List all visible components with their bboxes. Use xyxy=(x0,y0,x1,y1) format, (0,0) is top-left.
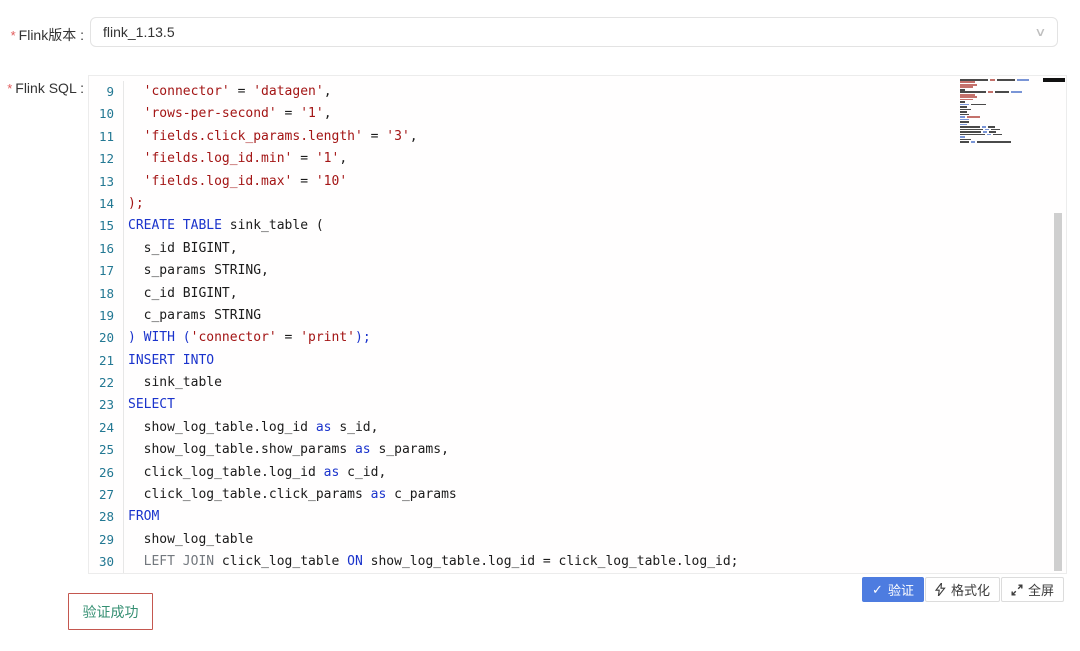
line-number: 11 xyxy=(89,126,123,148)
editor-minimap[interactable] xyxy=(960,79,1042,144)
line-number: 27 xyxy=(89,484,123,506)
code-line: 11 'fields.click_params.length' = '3', xyxy=(89,126,936,148)
line-number: 13 xyxy=(89,171,123,193)
code-line: 25 show_log_table.show_params as s_param… xyxy=(89,439,936,461)
line-number: 25 xyxy=(89,439,123,461)
code-line: 15CREATE TABLE sink_table ( xyxy=(89,215,936,237)
line-number: 28 xyxy=(89,506,123,528)
flink-version-label: *Flink版本 : xyxy=(0,25,84,45)
line-number: 18 xyxy=(89,283,123,305)
validate-button[interactable]: ✓ 验证 xyxy=(862,577,924,602)
line-number: 14 xyxy=(89,193,123,215)
code-line: 23SELECT xyxy=(89,394,936,416)
line-number: 16 xyxy=(89,238,123,260)
code-line: 18 c_id BIGINT, xyxy=(89,283,936,305)
validate-button-label: 验证 xyxy=(888,580,914,599)
code-line: 21INSERT INTO xyxy=(89,350,936,372)
sql-code-editor[interactable]: 9 'connector' = 'datagen',10 'rows-per-s… xyxy=(88,75,1067,574)
required-mark: * xyxy=(7,81,12,96)
flink-sql-label-text: Flink SQL : xyxy=(15,80,84,96)
line-number: 17 xyxy=(89,260,123,282)
editor-toolbar: ✓ 验证 格式化 全屏 xyxy=(862,577,1064,602)
code-line: 28FROM xyxy=(89,506,936,528)
required-mark: * xyxy=(11,28,16,43)
chevron-down-icon: ∨ xyxy=(1034,25,1046,39)
expand-icon xyxy=(1011,584,1023,596)
format-button-label: 格式化 xyxy=(951,580,990,599)
line-number: 26 xyxy=(89,462,123,484)
fullscreen-button-label: 全屏 xyxy=(1028,580,1054,599)
code-line: 14); xyxy=(89,193,936,215)
flink-version-value: flink_1.13.5 xyxy=(103,24,175,40)
line-number: 20 xyxy=(89,327,123,349)
code-line: 27 click_log_table.click_params as c_par… xyxy=(89,484,936,506)
line-number: 30 xyxy=(89,551,123,573)
line-number: 19 xyxy=(89,305,123,327)
editor-vertical-scrollbar[interactable] xyxy=(1054,213,1062,571)
line-number: 24 xyxy=(89,417,123,439)
flink-version-label-text: Flink版本 : xyxy=(19,27,84,43)
code-line: 30 LEFT JOIN click_log_table ON show_log… xyxy=(89,551,936,573)
line-number: 23 xyxy=(89,394,123,416)
line-number: 15 xyxy=(89,215,123,237)
code-line: 19 c_params STRING xyxy=(89,305,936,327)
validation-status-message: 验证成功 xyxy=(68,593,153,630)
code-line: 13 'fields.log_id.max' = '10' xyxy=(89,171,936,193)
code-line: 12 'fields.log_id.min' = '1', xyxy=(89,148,936,170)
code-line: 20) WITH ('connector' = 'print'); xyxy=(89,327,936,349)
code-line: 26 click_log_table.log_id as c_id, xyxy=(89,462,936,484)
line-number: 22 xyxy=(89,372,123,394)
code-line: 22 sink_table xyxy=(89,372,936,394)
overview-ruler-cursor-mark xyxy=(1043,78,1065,82)
lightning-icon xyxy=(935,583,946,596)
format-button[interactable]: 格式化 xyxy=(925,577,1000,602)
code-line: 9 'connector' = 'datagen', xyxy=(89,81,936,103)
code-line: 16 s_id BIGINT, xyxy=(89,238,936,260)
check-icon: ✓ xyxy=(872,583,883,596)
line-number: 9 xyxy=(89,81,123,103)
fullscreen-button[interactable]: 全屏 xyxy=(1001,577,1064,602)
flink-version-select[interactable]: flink_1.13.5 ∨ xyxy=(90,17,1058,47)
code-line: 29 show_log_table xyxy=(89,529,936,551)
code-line: 10 'rows-per-second' = '1', xyxy=(89,103,936,125)
code-lines: 9 'connector' = 'datagen',10 'rows-per-s… xyxy=(89,81,936,574)
line-number: 21 xyxy=(89,350,123,372)
line-number: 12 xyxy=(89,148,123,170)
code-line: 17 s_params STRING, xyxy=(89,260,936,282)
code-line: 24 show_log_table.log_id as s_id, xyxy=(89,417,936,439)
validation-status-text: 验证成功 xyxy=(83,602,139,622)
line-number: 29 xyxy=(89,529,123,551)
line-number: 10 xyxy=(89,103,123,125)
flink-sql-label: *Flink SQL : xyxy=(0,80,84,96)
